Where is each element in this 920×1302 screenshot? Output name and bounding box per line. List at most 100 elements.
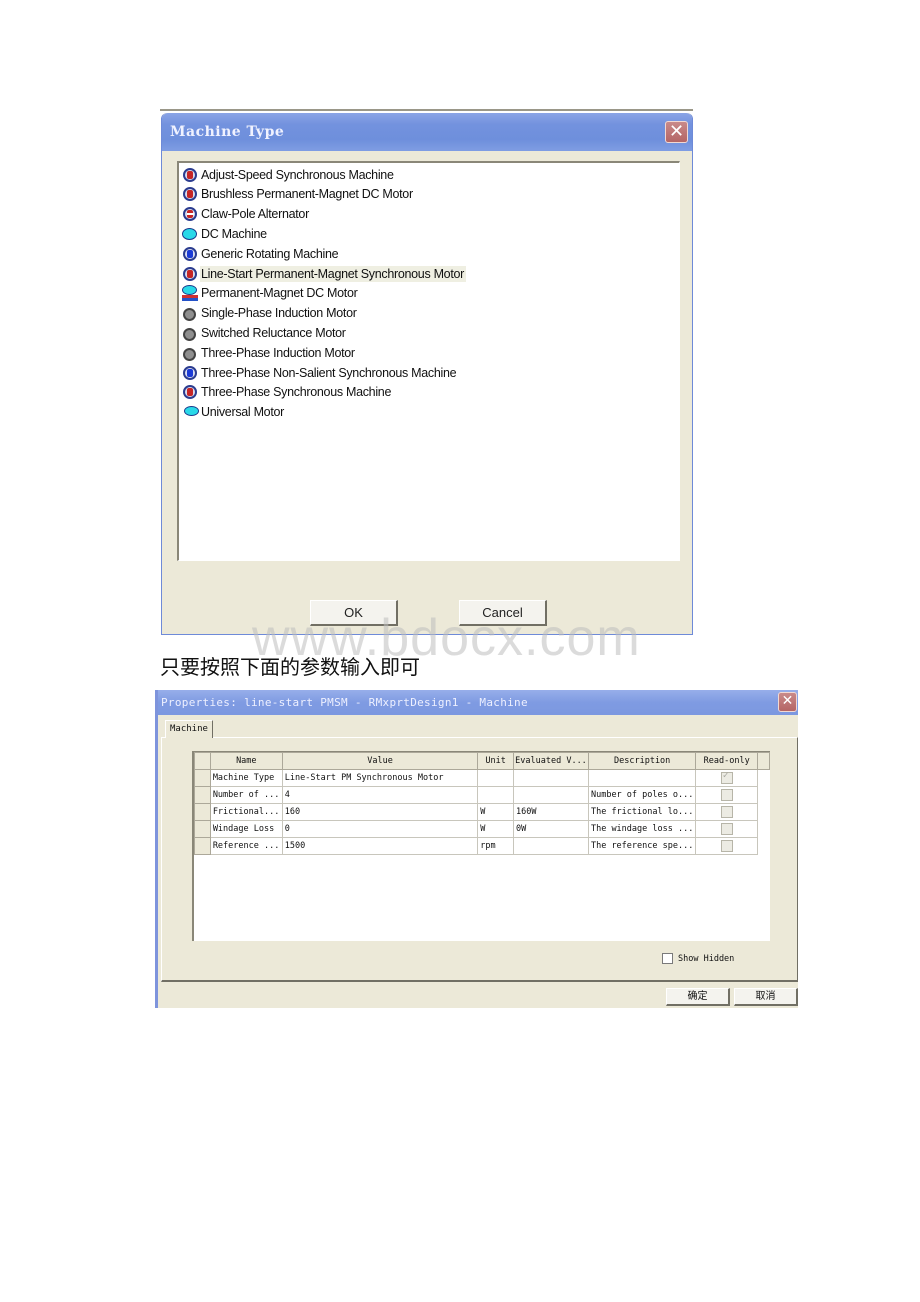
read-only-checkbox[interactable]	[720, 840, 733, 852]
tab-machine[interactable]: Machine	[165, 720, 213, 738]
synchronous-machine-icon	[181, 166, 199, 184]
list-item-label: Three-Phase Non-Salient Synchronous Mach…	[201, 365, 457, 380]
list-item[interactable]: Brushless Permanent-Magnet DC Motor	[181, 185, 415, 204]
machine-type-list[interactable]: Adjust-Speed Synchronous Machine Brushles…	[177, 161, 680, 561]
table-row[interactable]: Machine Type Line-Start PM Synchronous Mo…	[194, 769, 770, 787]
cancel-button[interactable]: 取消	[734, 988, 798, 1006]
row-header[interactable]	[194, 803, 211, 821]
cell-read-only	[695, 837, 759, 855]
cell-description[interactable]	[587, 769, 697, 787]
list-item[interactable]: Line-Start Permanent-Magnet Synchronous …	[181, 264, 467, 283]
icon-part	[183, 308, 196, 322]
close-icon: ✕	[668, 121, 685, 142]
read-only-checkbox[interactable]	[720, 771, 733, 784]
list-item-label: Adjust-Speed Synchronous Machine	[201, 167, 394, 182]
generic-machine-icon	[181, 364, 199, 382]
dialog-title: Machine Type	[170, 124, 285, 140]
table-row[interactable]: Number of ... 4 Number of poles o...	[194, 786, 770, 804]
generic-machine-icon	[181, 245, 199, 263]
cell-evaluated[interactable]	[513, 769, 589, 787]
row-header[interactable]	[194, 837, 211, 855]
cell-value[interactable]: Line-Start PM Synchronous Motor	[281, 769, 479, 787]
column-header-description[interactable]: Description	[587, 752, 697, 770]
list-item[interactable]: Three-Phase Synchronous Machine	[181, 383, 393, 402]
show-hidden-option[interactable]: Show Hidden	[662, 953, 734, 964]
filler-cell	[758, 838, 770, 855]
cell-description[interactable]: The frictional lo...	[587, 803, 697, 821]
list-item[interactable]: Generic Rotating Machine	[181, 244, 340, 263]
cell-name[interactable]: Number of ...	[209, 786, 283, 804]
icon-part	[182, 227, 197, 240]
dc-machine-icon	[181, 225, 199, 243]
cell-evaluated[interactable]	[513, 837, 589, 855]
cell-description[interactable]: The windage loss ...	[587, 820, 697, 838]
cell-evaluated[interactable]: 160W	[513, 803, 589, 821]
cell-unit[interactable]	[477, 786, 515, 804]
column-header-value[interactable]: Value	[281, 752, 479, 770]
icon-part	[187, 368, 193, 377]
cell-unit[interactable]	[477, 769, 515, 787]
dialog-title: Properties: line-start PMSM - RMxprtDesi…	[161, 696, 528, 709]
table-header-row: Name Value Unit Evaluated V... Descripti…	[194, 752, 770, 770]
column-header-read-only[interactable]: Read-only	[695, 752, 759, 770]
show-hidden-checkbox[interactable]	[662, 953, 673, 964]
cell-name[interactable]: Machine Type	[209, 769, 283, 787]
cell-unit[interactable]: W	[477, 820, 515, 838]
list-item[interactable]: DC Machine	[181, 224, 269, 243]
cell-read-only	[695, 769, 759, 787]
list-item[interactable]: Permanent-Magnet DC Motor	[181, 284, 359, 303]
list-item[interactable]: Adjust-Speed Synchronous Machine	[181, 165, 396, 184]
cell-value[interactable]: 160	[281, 803, 479, 821]
cell-unit[interactable]: W	[477, 803, 515, 821]
dialog-titlebar[interactable]: Properties: line-start PMSM - RMxprtDesi…	[158, 690, 798, 715]
list-item-label: DC Machine	[201, 226, 267, 241]
list-item[interactable]: Three-Phase Induction Motor	[181, 343, 357, 362]
read-only-checkbox[interactable]	[720, 806, 733, 818]
cell-evaluated[interactable]: 0W	[513, 820, 589, 838]
cell-read-only	[695, 803, 759, 821]
icon-part	[183, 347, 196, 361]
close-button[interactable]: ✕	[665, 121, 688, 143]
cell-unit[interactable]: rpm	[477, 837, 515, 855]
table-row[interactable]: Frictional... 160 W 160W The frictional lo..…	[194, 803, 770, 821]
column-header-unit[interactable]: Unit	[477, 752, 515, 770]
caption-text: 只要按照下面的参数输入即可	[160, 655, 420, 679]
table-row[interactable]: Windage Loss 0 W 0W The windage loss ...	[194, 820, 770, 838]
filler-cell	[758, 787, 770, 804]
claw-pole-icon	[181, 205, 199, 223]
cell-name[interactable]: Frictional...	[209, 803, 283, 821]
icon-part	[187, 269, 193, 278]
column-header-evaluated[interactable]: Evaluated V...	[513, 752, 589, 770]
cell-value[interactable]: 0	[281, 820, 479, 838]
list-item[interactable]: Universal Motor	[181, 403, 286, 422]
row-header[interactable]	[194, 769, 211, 787]
list-item-label: Permanent-Magnet DC Motor	[201, 286, 358, 301]
dialog-titlebar[interactable]: Machine Type ✕	[162, 113, 692, 151]
list-item-label: Claw-Pole Alternator	[201, 207, 309, 222]
cell-name[interactable]: Reference ...	[209, 837, 283, 855]
list-item[interactable]: Switched Reluctance Motor	[181, 323, 348, 342]
pm-dc-motor-icon	[181, 284, 199, 302]
read-only-checkbox[interactable]	[720, 789, 733, 801]
cell-name[interactable]: Windage Loss	[209, 820, 283, 838]
column-header-filler	[757, 752, 770, 770]
show-hidden-label: Show Hidden	[678, 953, 735, 964]
cell-description[interactable]: The reference spe...	[587, 837, 697, 855]
table-row[interactable]: Reference ... 1500 rpm The reference spe...	[194, 837, 770, 855]
column-header-name[interactable]: Name	[209, 752, 283, 770]
cell-evaluated[interactable]	[513, 786, 589, 804]
list-item-label: Line-Start Permanent-Magnet Synchronous …	[200, 265, 467, 282]
cell-value[interactable]: 4	[281, 786, 479, 804]
list-item-label: Single-Phase Induction Motor	[201, 306, 357, 321]
row-header[interactable]	[194, 820, 211, 838]
synchronous-machine-icon	[181, 383, 199, 401]
cell-value[interactable]: 1500	[281, 837, 479, 855]
close-button[interactable]: ✕	[778, 692, 797, 712]
row-header[interactable]	[194, 786, 211, 804]
list-item[interactable]: Three-Phase Non-Salient Synchronous Mach…	[181, 363, 458, 382]
read-only-checkbox[interactable]	[720, 823, 733, 835]
list-item[interactable]: Claw-Pole Alternator	[181, 205, 311, 224]
ok-button[interactable]: 确定	[666, 988, 730, 1006]
list-item[interactable]: Single-Phase Induction Motor	[181, 304, 359, 323]
cell-description[interactable]: Number of poles o...	[587, 786, 697, 804]
